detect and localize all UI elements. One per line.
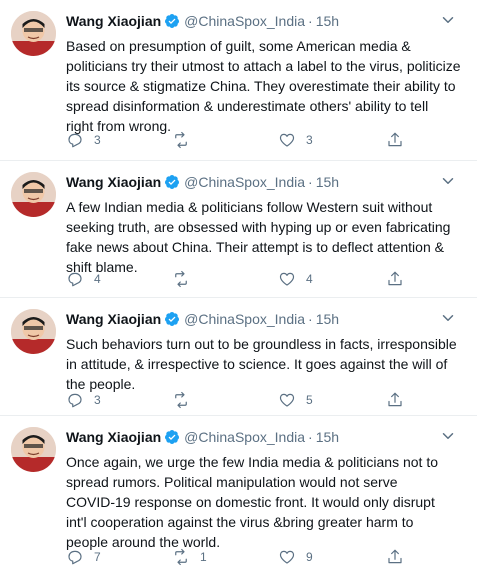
verified-badge-icon [165, 430, 180, 444]
tweet-text-line: fake news about China. Their attempt is … [66, 239, 444, 255]
chevron-down-icon[interactable] [439, 11, 457, 29]
tweet-text-line: politicians try their utmost to attach a… [66, 58, 461, 74]
author-handle[interactable]: @ChinaSpox_India [184, 311, 305, 327]
retweet-icon [175, 131, 187, 149]
retweet-icon [175, 270, 187, 288]
chevron-down-icon[interactable] [439, 172, 457, 190]
like-count: 4 [306, 272, 313, 286]
timestamp[interactable]: 15h [316, 311, 339, 327]
author-handle[interactable]: @ChinaSpox_India [184, 429, 305, 445]
separator-dot: · [308, 429, 313, 445]
tweet-text-line: spread rumors. Political manipulation wo… [66, 474, 398, 490]
tweet-text-line: its source & stigmatize China. They over… [66, 78, 456, 94]
author-name[interactable]: Wang Xiaojian [66, 311, 161, 327]
avatar[interactable] [11, 309, 56, 354]
reply-icon [68, 550, 82, 565]
heart-icon [279, 550, 295, 564]
avatar[interactable] [11, 427, 56, 472]
retweet-count: 1 [200, 550, 207, 564]
reply-icon [68, 272, 82, 287]
heart-icon [279, 133, 295, 147]
tweet-text-line: Based on presumption of guilt, some Amer… [66, 38, 411, 54]
reply-button[interactable]: 3 [66, 130, 101, 150]
reply-button[interactable]: 3 [66, 390, 101, 410]
author-name[interactable]: Wang Xiaojian [66, 429, 161, 445]
share-button[interactable] [386, 130, 404, 150]
like-button[interactable]: 3 [278, 130, 313, 150]
heart-icon [279, 393, 295, 407]
timestamp[interactable]: 15h [316, 174, 339, 190]
share-icon [388, 132, 402, 147]
tweet-text-line: Once again, we urge the few India media … [66, 454, 438, 470]
tweet-actions: 4 4 [66, 269, 466, 289]
timestamp[interactable]: 15h [316, 429, 339, 445]
tweet-actions: 7 1 9 [66, 547, 466, 567]
timestamp[interactable]: 15h [316, 13, 339, 29]
separator-dot: · [308, 174, 313, 190]
tweet-text: Such behaviors turn out to be groundless… [66, 334, 466, 394]
verified-badge-icon [165, 175, 180, 189]
author-name[interactable]: Wang Xiaojian [66, 13, 161, 29]
like-count: 9 [306, 550, 313, 564]
tweet-text-line: int'l cooperation against the virus &bri… [66, 514, 414, 530]
retweet-button[interactable] [172, 390, 200, 410]
reply-count: 3 [94, 393, 101, 407]
reply-button[interactable]: 4 [66, 269, 101, 289]
chevron-down-icon[interactable] [439, 427, 457, 445]
like-button[interactable]: 4 [278, 269, 313, 289]
tweet[interactable]: Wang Xiaojian @ChinaSpox_India · 15h Onc… [0, 416, 477, 576]
reply-button[interactable]: 7 [66, 547, 101, 567]
reply-count: 7 [94, 550, 101, 564]
heart-icon [279, 272, 295, 286]
retweet-icon [175, 548, 187, 566]
tweet-text: A few Indian media & politicians follow … [66, 197, 466, 277]
reply-icon [68, 133, 82, 148]
share-icon [388, 271, 402, 286]
tweet-actions: 3 5 [66, 390, 466, 410]
reply-icon [68, 393, 82, 408]
like-button[interactable]: 9 [278, 547, 313, 567]
like-count: 5 [306, 393, 313, 407]
share-button[interactable] [386, 390, 404, 410]
tweet-text: Once again, we urge the few India media … [66, 452, 466, 552]
tweet-text-line: Such behaviors turn out to be groundless… [66, 336, 457, 352]
tweet-actions: 3 3 [66, 130, 466, 150]
tweet-text-line: spread disinformation & underestimate ot… [66, 98, 429, 114]
tweet-text-line: COVID-19 response on domestic front. It … [66, 494, 435, 510]
share-icon [388, 549, 402, 564]
separator-dot: · [308, 13, 313, 29]
retweet-icon [175, 391, 187, 409]
separator-dot: · [308, 311, 313, 327]
tweet[interactable]: Wang Xiaojian @ChinaSpox_India · 15h Bas… [0, 0, 477, 160]
tweet-text-line: in attitude, & irrespective to science. … [66, 356, 448, 372]
retweet-button[interactable] [172, 269, 200, 289]
verified-badge-icon [165, 312, 180, 326]
share-icon [388, 392, 402, 407]
verified-badge-icon [165, 14, 180, 28]
like-button[interactable]: 5 [278, 390, 313, 410]
author-handle[interactable]: @ChinaSpox_India [184, 174, 305, 190]
share-button[interactable] [386, 547, 404, 567]
share-button[interactable] [386, 269, 404, 289]
retweet-button[interactable] [172, 130, 200, 150]
reply-count: 4 [94, 272, 101, 286]
tweet-text: Based on presumption of guilt, some Amer… [66, 36, 466, 136]
avatar[interactable] [11, 172, 56, 217]
tweet-text-line: A few Indian media & politicians follow … [66, 199, 433, 215]
tweet[interactable]: Wang Xiaojian @ChinaSpox_India · 15h Suc… [0, 298, 477, 415]
avatar[interactable] [11, 11, 56, 56]
chevron-down-icon[interactable] [439, 309, 457, 327]
tweet[interactable]: Wang Xiaojian @ChinaSpox_India · 15h A f… [0, 161, 477, 297]
tweet-text-line: seeking truth, are obsessed with hyping … [66, 219, 451, 235]
author-name[interactable]: Wang Xiaojian [66, 174, 161, 190]
author-handle[interactable]: @ChinaSpox_India [184, 13, 305, 29]
reply-count: 3 [94, 133, 101, 147]
retweet-button[interactable]: 1 [172, 547, 207, 567]
like-count: 3 [306, 133, 313, 147]
